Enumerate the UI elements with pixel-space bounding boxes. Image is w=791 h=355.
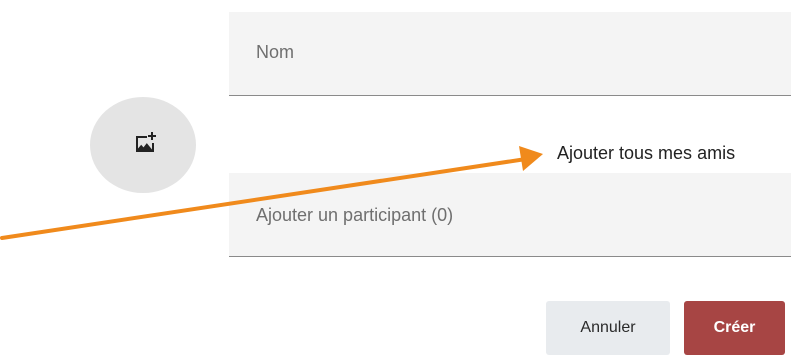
create-button[interactable]: Créer [684, 301, 785, 355]
name-placeholder: Nom [256, 42, 295, 62]
name-field[interactable]: Nom [229, 12, 791, 96]
avatar-upload-button[interactable] [90, 97, 196, 193]
add-all-friends-link[interactable]: Ajouter tous mes amis [557, 143, 735, 164]
cancel-button[interactable]: Annuler [546, 301, 670, 355]
participant-field[interactable]: Ajouter un participant (0) [229, 173, 791, 257]
participant-placeholder: Ajouter un participant (0) [256, 205, 454, 225]
add-photo-icon [136, 132, 156, 152]
